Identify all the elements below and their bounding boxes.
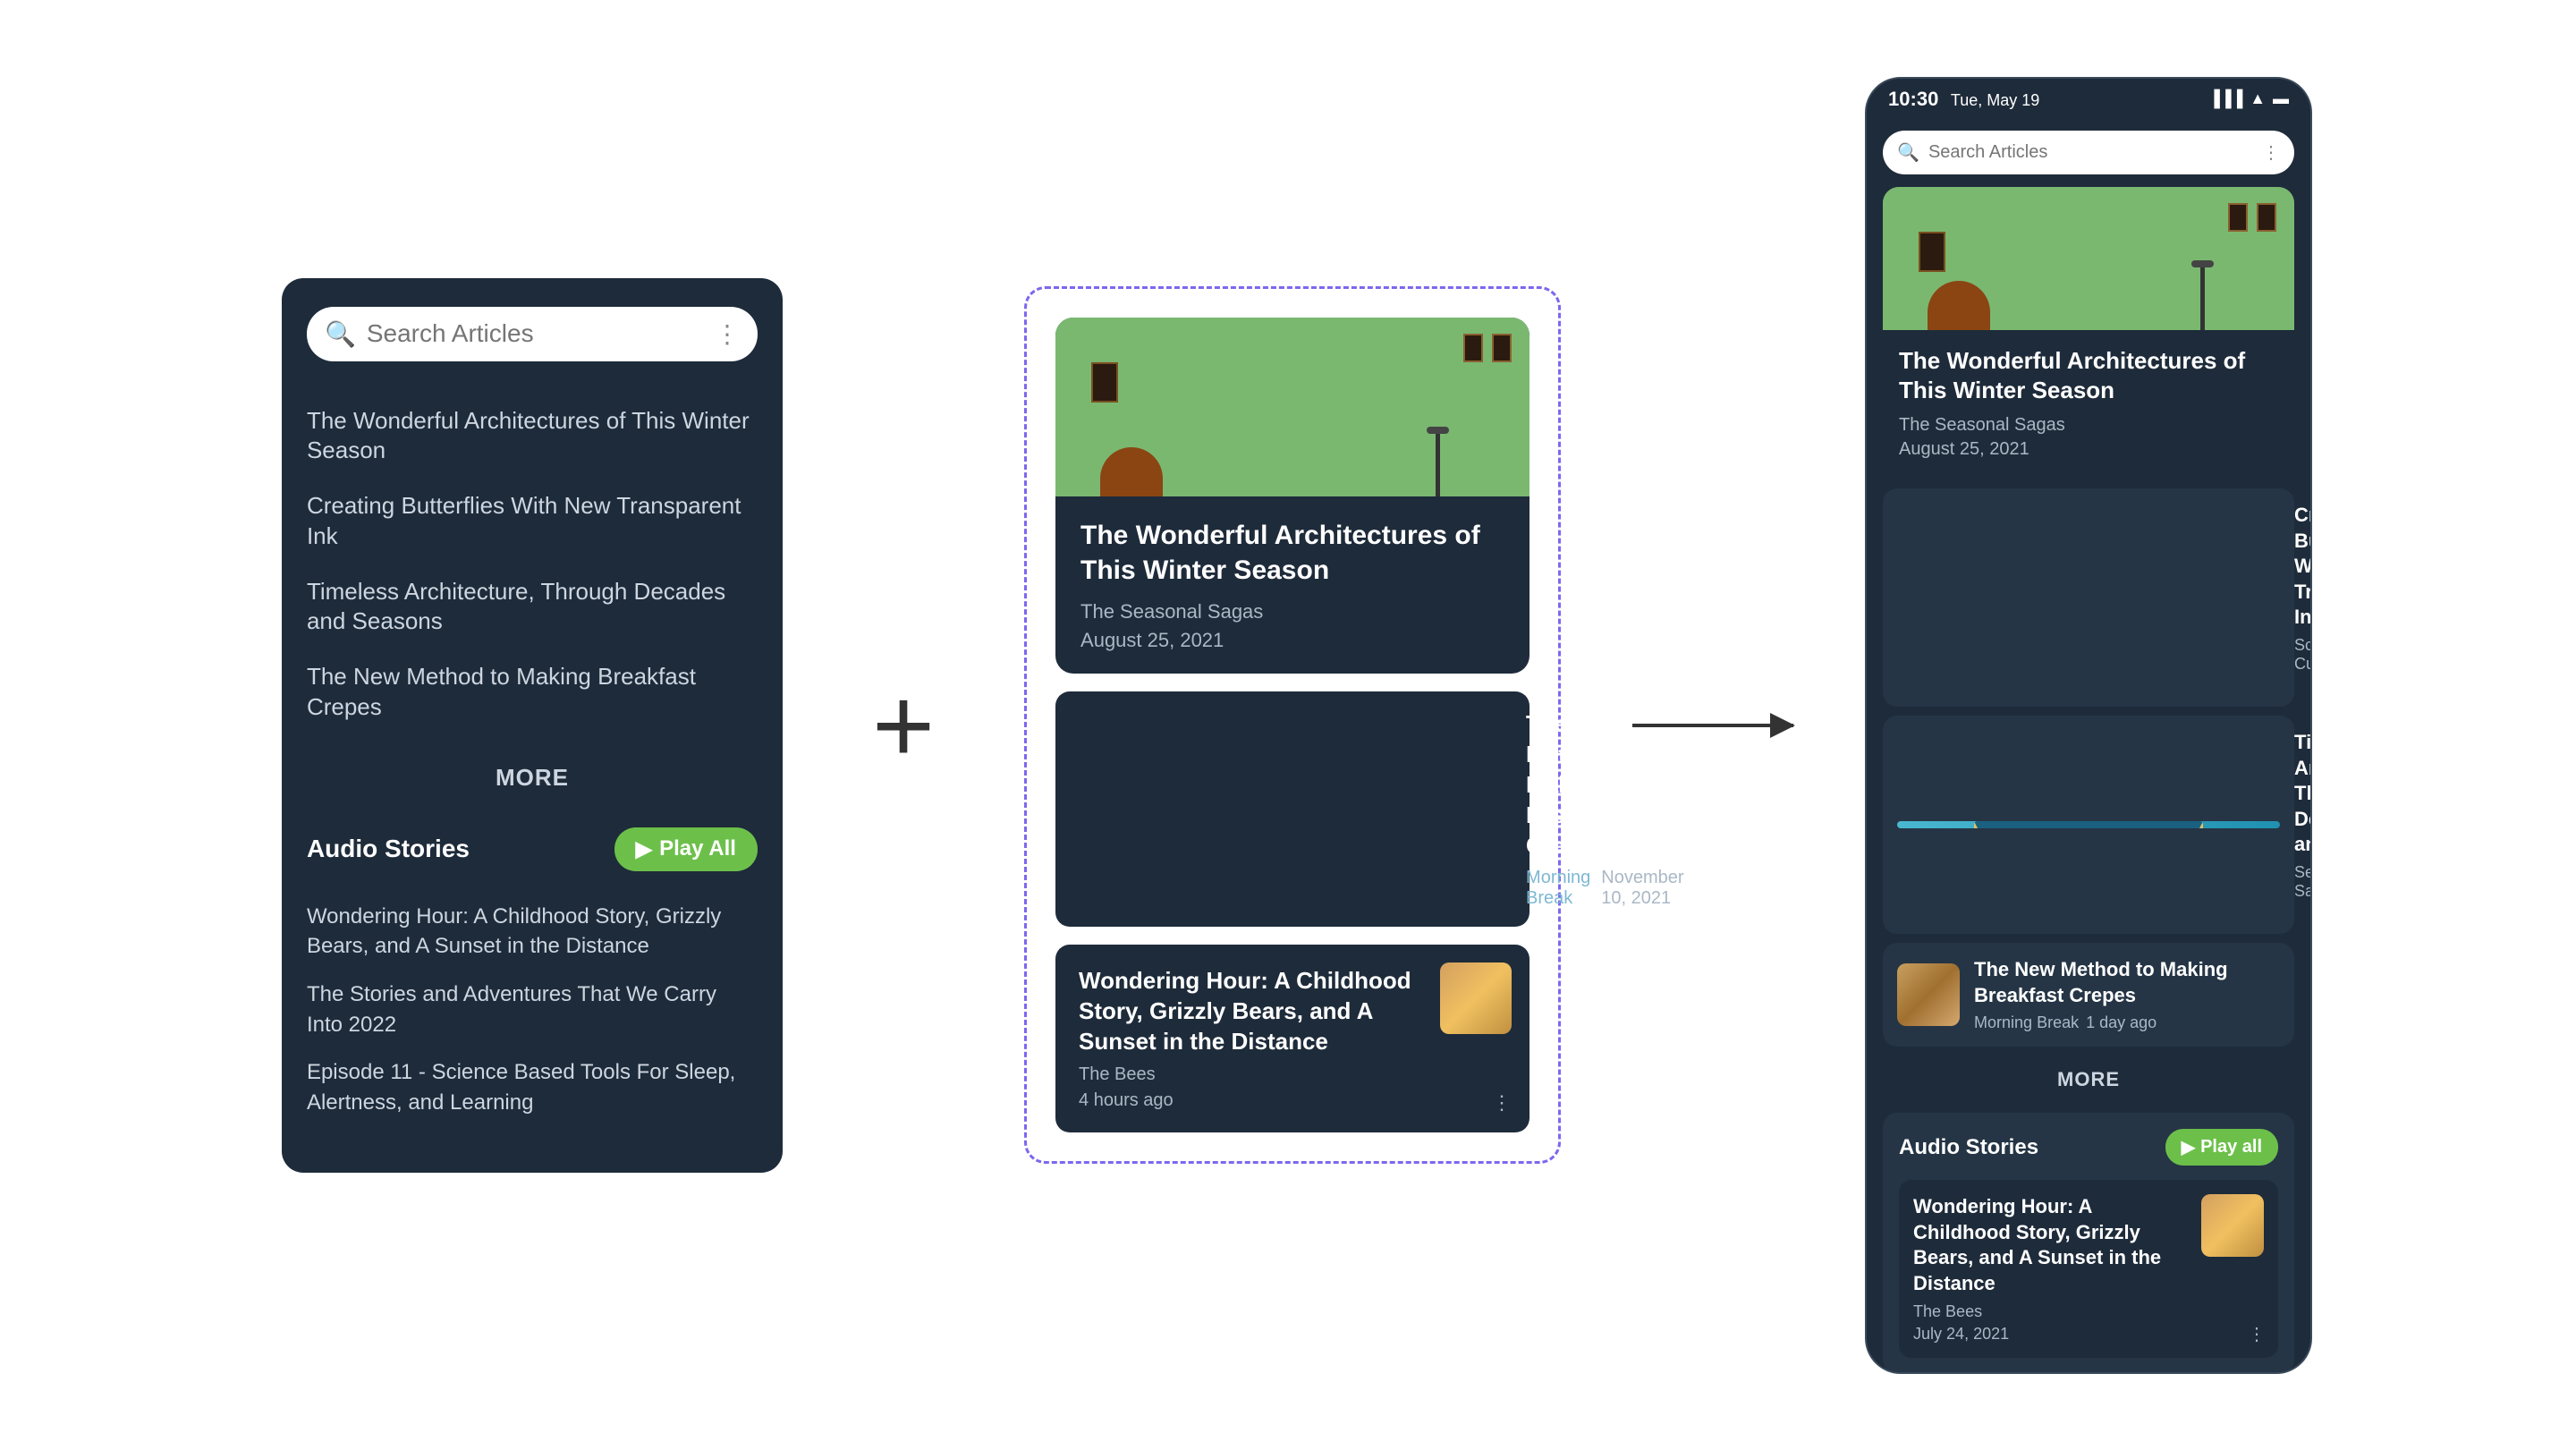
- article-item-left-1[interactable]: The Wonderful Architectures of This Wint…: [307, 394, 758, 479]
- phone-search-icon: 🔍: [1897, 141, 1919, 164]
- card-small-crepes[interactable]: The New Method to Making Breakfast Crepe…: [1055, 691, 1530, 927]
- card-small-title-crepes: The New Method to Making Breakfast Crepe…: [1526, 709, 1684, 861]
- phone-audio-section-title: Audio Stories: [1899, 1135, 2038, 1160]
- phone-article-thumb-3: [1897, 963, 1960, 1026]
- status-icons: ▐▐▐ ▲ ▬: [2208, 89, 2289, 108]
- middle-panel: The Wonderful Architectures of This Wint…: [1024, 286, 1561, 1163]
- phone-audio-card-title: Wondering Hour: A Childhood Story, Grizz…: [1913, 1194, 2189, 1296]
- battery-icon: ▬: [2273, 89, 2289, 108]
- search-input-left[interactable]: [367, 319, 704, 348]
- phone-article-title-2: Timeless Architecture, Through Decades a…: [2294, 730, 2310, 858]
- article-item-left-4[interactable]: The New Method to Making Breakfast Crepe…: [307, 649, 758, 735]
- main-container: 🔍 ⋮ The Wonderful Architectures of This …: [0, 0, 2576, 1450]
- phone-audio-card-date: July 24, 2021: [1913, 1325, 2189, 1344]
- phone-hero-source: The Seasonal Sagas: [1899, 415, 2278, 436]
- phone-audio-card-thumb: [2201, 1194, 2264, 1257]
- phone-article-time-3: 1 day ago: [2086, 1013, 2157, 1032]
- wifi-icon: ▲: [2250, 89, 2266, 108]
- phone-audio-card[interactable]: Wondering Hour: A Childhood Story, Grizz…: [1899, 1180, 2278, 1357]
- audio-item-left-2[interactable]: The Stories and Adventures That We Carry…: [307, 971, 758, 1048]
- card-audio-thumb: [1440, 962, 1512, 1034]
- audio-section-title-left: Audio Stories: [307, 835, 470, 863]
- audio-list-left: Wondering Hour: A Childhood Story, Grizz…: [307, 893, 758, 1127]
- phone-article-meta-2: Seasonal Sagas 10 days ago: [2294, 863, 2310, 920]
- phone-play-icon: ▶: [2182, 1136, 2195, 1158]
- phone-play-all-button[interactable]: ▶ Play all: [2165, 1129, 2278, 1166]
- signal-icon: ▐▐▐: [2208, 89, 2242, 108]
- phone-article-source-2: Seasonal Sagas: [2294, 863, 2310, 920]
- phone-article-thumb-2: [1897, 821, 2280, 828]
- phone-audio-header: Audio Stories ▶ Play all: [1899, 1129, 2278, 1166]
- card-large-source: The Seasonal Sagas: [1080, 600, 1504, 623]
- card-audio-time: 4 hours ago: [1079, 1090, 1506, 1111]
- phone-article-title-1: Creating Butterflies With New Transparen…: [2294, 503, 2310, 631]
- audio-item-left-3[interactable]: Episode 11 - Science Based Tools For Sle…: [307, 1048, 758, 1126]
- audio-section-header-left: Audio Stories ▶ Play All: [307, 827, 758, 871]
- phone-audio-card-source: The Bees: [1913, 1302, 2189, 1321]
- phone-article-card-2[interactable]: Timeless Architecture, Through Decades a…: [1883, 716, 2294, 934]
- status-bar: 10:30 Tue, May 19 ▐▐▐ ▲ ▬: [1867, 79, 2310, 120]
- card-small-date-crepes: November 10, 2021: [1601, 868, 1683, 909]
- card-small-info-crepes: The New Method to Making Breakfast Crepe…: [1526, 709, 1684, 909]
- article-item-left-2[interactable]: Creating Butterflies With New Transparen…: [307, 479, 758, 564]
- search-bar-left[interactable]: 🔍 ⋮: [307, 307, 758, 361]
- arrow-wrap: [1632, 724, 1793, 727]
- card-large-title: The Wonderful Architectures of This Wint…: [1080, 518, 1504, 588]
- search-icon-left: 🔍: [325, 319, 356, 349]
- plus-symbol: +: [872, 664, 935, 787]
- play-icon-left: ▶: [636, 836, 652, 862]
- phone-search-dots[interactable]: ⋮: [2262, 141, 2280, 164]
- phone-search-input[interactable]: [1928, 142, 2253, 163]
- phone-article-meta-3: Morning Break 1 day ago: [1974, 1013, 2280, 1032]
- phone-audio-card-info: Wondering Hour: A Childhood Story, Grizz…: [1913, 1194, 2189, 1343]
- phone-hero-image: [1883, 187, 2294, 330]
- card-audio-source: The Bees: [1079, 1064, 1506, 1085]
- article-list-left: The Wonderful Architectures of This Wint…: [307, 394, 758, 735]
- audio-item-left-1[interactable]: Wondering Hour: A Childhood Story, Grizz…: [307, 893, 758, 971]
- phone-search-bar[interactable]: 🔍 ⋮: [1883, 131, 2294, 174]
- card-large-image: [1055, 318, 1530, 496]
- phone-article-source-1: Science Culture: [2294, 636, 2310, 692]
- more-button-left[interactable]: MORE: [307, 764, 758, 792]
- article-item-left-3[interactable]: Timeless Architecture, Through Decades a…: [307, 564, 758, 650]
- left-panel: 🔍 ⋮ The Wonderful Architectures of This …: [282, 278, 783, 1173]
- phone-article-info-1: Creating Butterflies With New Transparen…: [2294, 503, 2310, 692]
- arrow-line: [1632, 724, 1793, 727]
- play-all-button-left[interactable]: ▶ Play All: [614, 827, 758, 871]
- phone-content: 🔍 ⋮: [1867, 120, 2310, 1372]
- card-audio-middle[interactable]: Wondering Hour: A Childhood Story, Grizz…: [1055, 945, 1530, 1132]
- phone-more-button[interactable]: MORE: [1883, 1056, 2294, 1104]
- phone-hero-date: August 25, 2021: [1899, 439, 2278, 460]
- menu-dots-left[interactable]: ⋮: [715, 319, 740, 349]
- phone-article-meta-1: Science Culture 1 month ago: [2294, 636, 2310, 692]
- phone-article-info-2: Timeless Architecture, Through Decades a…: [2294, 730, 2310, 920]
- card-small-meta-crepes: Morning Break November 10, 2021: [1526, 868, 1684, 909]
- card-large-middle[interactable]: The Wonderful Architectures of This Wint…: [1055, 318, 1530, 674]
- phone-audio-three-dots[interactable]: ⋮: [2248, 1323, 2266, 1345]
- card-audio-dots[interactable]: ⋮: [1492, 1091, 1512, 1115]
- phone-frame: 10:30 Tue, May 19 ▐▐▐ ▲ ▬ 🔍 ⋮: [1865, 77, 2312, 1374]
- right-panel-phone: 10:30 Tue, May 19 ▐▐▐ ▲ ▬ 🔍 ⋮: [1865, 77, 2312, 1374]
- phone-article-title-3: The New Method to Making Breakfast Crepe…: [1974, 957, 2280, 1008]
- phone-article-source-3: Morning Break: [1974, 1013, 2079, 1032]
- card-small-source-crepes: Morning Break: [1526, 868, 1590, 909]
- phone-hero-card[interactable]: The Wonderful Architectures of This Wint…: [1883, 187, 2294, 479]
- status-time: 10:30 Tue, May 19: [1888, 88, 2039, 111]
- phone-hero-title: The Wonderful Architectures of This Wint…: [1899, 346, 2278, 407]
- card-large-date: August 25, 2021: [1080, 629, 1504, 652]
- phone-article-card-3[interactable]: The New Method to Making Breakfast Crepe…: [1883, 943, 2294, 1047]
- phone-article-card-1[interactable]: Creating Butterflies With New Transparen…: [1883, 488, 2294, 707]
- phone-article-info-3: The New Method to Making Breakfast Crepe…: [1974, 957, 2280, 1032]
- phone-audio-section: Audio Stories ▶ Play all Wondering Hour:…: [1883, 1113, 2294, 1371]
